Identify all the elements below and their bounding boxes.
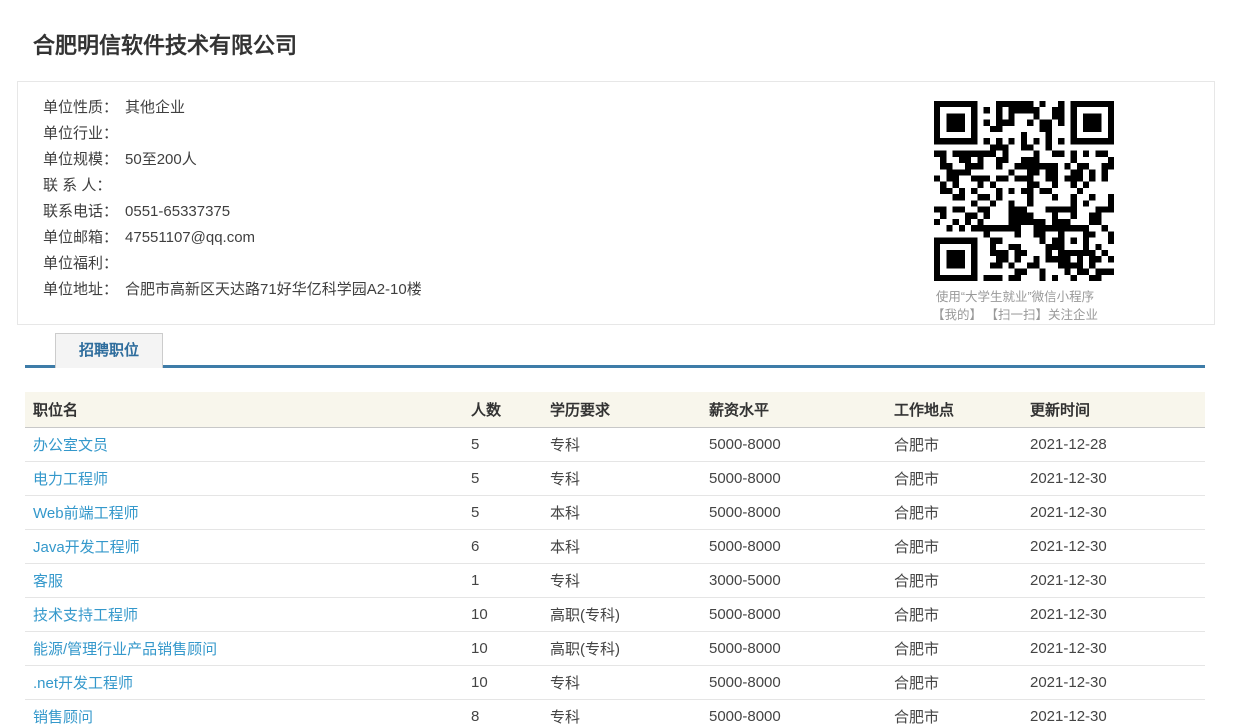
column-header-location: 工作地点 — [894, 392, 1030, 427]
job-salary-cell: 5000-8000 — [709, 529, 894, 563]
field-label: 单位性质： — [43, 99, 118, 116]
job-count-cell: 10 — [471, 597, 550, 631]
table-row: Web前端工程师 5 本科 5000-8000 合肥市 2021-12-30 — [25, 495, 1205, 529]
job-location-cell: 合肥市 — [894, 597, 1030, 631]
jobs-table-body: 办公室文员 5 专科 5000-8000 合肥市 2021-12-28 电力工程… — [25, 427, 1205, 726]
field-value: 合肥市高新区天达路71好华亿科学园A2-10楼 — [125, 281, 422, 298]
job-salary-cell: 5000-8000 — [709, 427, 894, 461]
job-education-cell: 高职(专科) — [550, 631, 709, 665]
job-updated-cell: 2021-12-30 — [1030, 665, 1205, 699]
job-location-cell: 合肥市 — [894, 665, 1030, 699]
job-title-link[interactable]: 技术支持工程师 — [33, 607, 138, 624]
field-value: 0551-65337375 — [125, 203, 230, 220]
table-row: 电力工程师 5 专科 5000-8000 合肥市 2021-12-30 — [25, 461, 1205, 495]
tab-strip: 招聘职位 — [25, 333, 1205, 368]
job-count-cell: 10 — [471, 665, 550, 699]
field-label: 单位行业： — [43, 125, 118, 142]
company-info-panel: 单位性质： 其他企业 单位行业： 单位规模： 50至200人 联 系 人： 联系电话… — [17, 81, 1215, 325]
field-label: 联 系 人： — [43, 177, 111, 194]
field-value: 其他企业 — [125, 99, 185, 116]
job-updated-cell: 2021-12-30 — [1030, 563, 1205, 597]
job-salary-cell: 5000-8000 — [709, 631, 894, 665]
job-updated-cell: 2021-12-30 — [1030, 529, 1205, 563]
job-education-cell: 高职(专科) — [550, 597, 709, 631]
table-row: .net开发工程师 10 专科 5000-8000 合肥市 2021-12-30 — [25, 665, 1205, 699]
job-title-link[interactable]: 能源/管理行业产品销售顾问 — [33, 641, 217, 658]
qr-caption-line2: 【我的】 【扫一扫】关注企业 — [924, 306, 1106, 324]
column-header-position: 职位名 — [25, 392, 471, 427]
table-row: 能源/管理行业产品销售顾问 10 高职(专科) 5000-8000 合肥市 20… — [25, 631, 1205, 665]
field-label: 单位规模： — [43, 151, 118, 168]
job-salary-cell: 5000-8000 — [709, 461, 894, 495]
table-row: 技术支持工程师 10 高职(专科) 5000-8000 合肥市 2021-12-… — [25, 597, 1205, 631]
job-salary-cell: 3000-5000 — [709, 563, 894, 597]
job-title-link[interactable]: 销售顾问 — [33, 709, 93, 726]
job-salary-cell: 5000-8000 — [709, 665, 894, 699]
job-title-link[interactable]: 客服 — [33, 573, 63, 590]
job-count-cell: 6 — [471, 529, 550, 563]
job-count-cell: 8 — [471, 699, 550, 726]
field-label: 单位邮箱： — [43, 229, 118, 246]
job-updated-cell: 2021-12-28 — [1030, 427, 1205, 461]
job-education-cell: 本科 — [550, 495, 709, 529]
job-education-cell: 专科 — [550, 665, 709, 699]
job-count-cell: 1 — [471, 563, 550, 597]
job-updated-cell: 2021-12-30 — [1030, 631, 1205, 665]
job-salary-cell: 5000-8000 — [709, 597, 894, 631]
job-title-link[interactable]: Java开发工程师 — [33, 539, 140, 556]
field-label: 单位福利： — [43, 255, 118, 272]
column-header-education: 学历要求 — [550, 392, 709, 427]
job-location-cell: 合肥市 — [894, 427, 1030, 461]
job-updated-cell: 2021-12-30 — [1030, 699, 1205, 726]
job-education-cell: 专科 — [550, 699, 709, 726]
table-row: 客服 1 专科 3000-5000 合肥市 2021-12-30 — [25, 563, 1205, 597]
job-title-link[interactable]: .net开发工程师 — [33, 675, 133, 692]
job-education-cell: 本科 — [550, 529, 709, 563]
job-count-cell: 5 — [471, 461, 550, 495]
jobs-table: 职位名 人数 学历要求 薪资水平 工作地点 更新时间 办公室文员 5 专科 50… — [25, 392, 1205, 726]
job-title-link[interactable]: Web前端工程师 — [33, 505, 139, 522]
job-count-cell: 10 — [471, 631, 550, 665]
job-title-link[interactable]: 电力工程师 — [33, 471, 108, 488]
job-location-cell: 合肥市 — [894, 461, 1030, 495]
job-education-cell: 专科 — [550, 461, 709, 495]
job-location-cell: 合肥市 — [894, 529, 1030, 563]
table-header-row: 职位名 人数 学历要求 薪资水平 工作地点 更新时间 — [25, 392, 1205, 427]
field-value: 50至200人 — [125, 151, 197, 168]
table-row: 办公室文员 5 专科 5000-8000 合肥市 2021-12-28 — [25, 427, 1205, 461]
job-updated-cell: 2021-12-30 — [1030, 461, 1205, 495]
qr-block: 使用“大学生就业”微信小程序 【我的】 【扫一扫】关注企业 — [933, 101, 1115, 324]
page-title: 合肥明信软件技术有限公司 — [33, 28, 1233, 60]
job-location-cell: 合肥市 — [894, 631, 1030, 665]
job-salary-cell: 5000-8000 — [709, 699, 894, 726]
job-title-link[interactable]: 办公室文员 — [33, 437, 108, 454]
column-header-count: 人数 — [471, 392, 550, 427]
job-education-cell: 专科 — [550, 427, 709, 461]
job-education-cell: 专科 — [550, 563, 709, 597]
job-updated-cell: 2021-12-30 — [1030, 495, 1205, 529]
column-header-salary: 薪资水平 — [709, 392, 894, 427]
table-row: Java开发工程师 6 本科 5000-8000 合肥市 2021-12-30 — [25, 529, 1205, 563]
job-count-cell: 5 — [471, 495, 550, 529]
table-row: 销售顾问 8 专科 5000-8000 合肥市 2021-12-30 — [25, 699, 1205, 726]
tab-recruit-positions[interactable]: 招聘职位 — [55, 333, 163, 368]
field-value: 47551107@qq.com — [125, 229, 255, 246]
job-salary-cell: 5000-8000 — [709, 495, 894, 529]
job-updated-cell: 2021-12-30 — [1030, 597, 1205, 631]
qr-code-icon — [934, 101, 1114, 281]
column-header-updated: 更新时间 — [1030, 392, 1205, 427]
job-location-cell: 合肥市 — [894, 495, 1030, 529]
job-location-cell: 合肥市 — [894, 699, 1030, 726]
job-location-cell: 合肥市 — [894, 563, 1030, 597]
job-count-cell: 5 — [471, 427, 550, 461]
field-label: 单位地址： — [43, 281, 118, 298]
field-label: 联系电话： — [43, 203, 118, 220]
qr-caption-line1: 使用“大学生就业”微信小程序 — [924, 288, 1106, 306]
